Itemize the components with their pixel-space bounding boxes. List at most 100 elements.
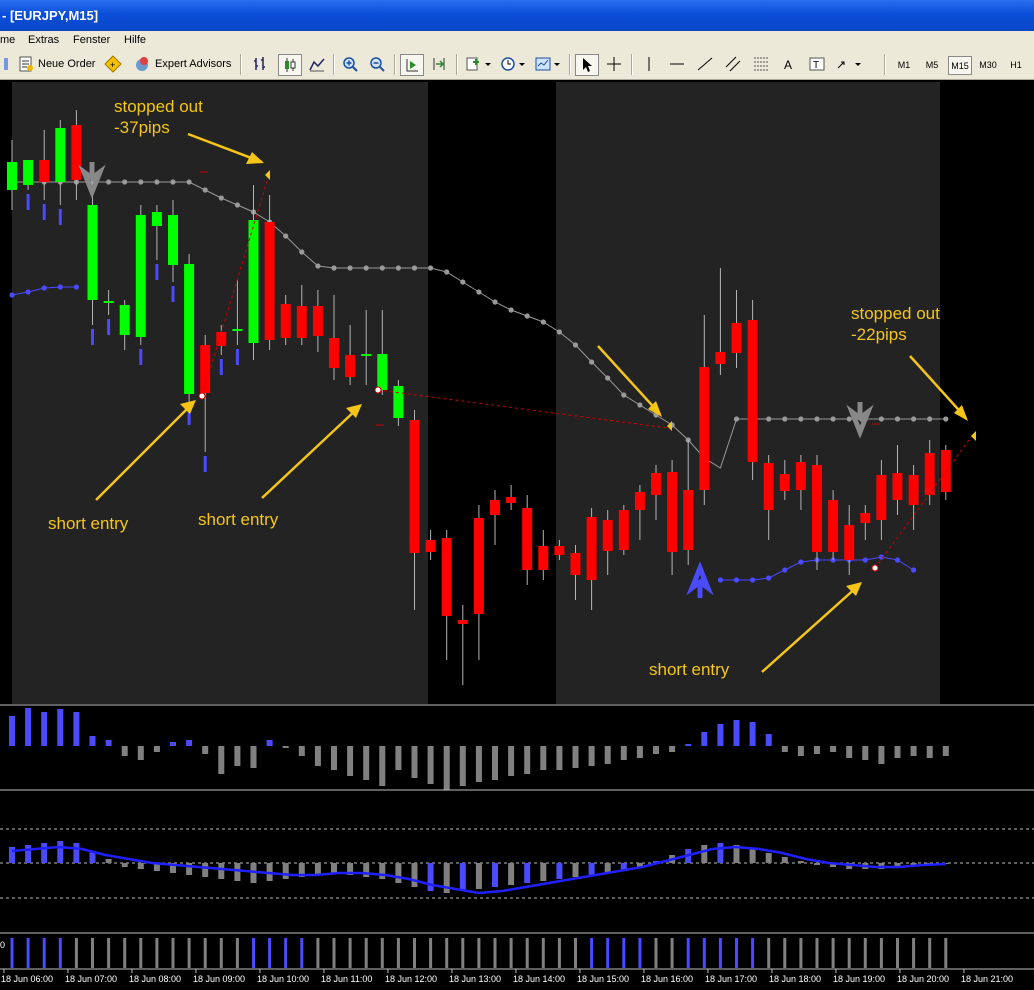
time-label: 18 Jun 07:00 xyxy=(65,974,117,984)
histogram-bar xyxy=(926,746,933,758)
histogram-bar xyxy=(314,746,321,766)
zoom-out-icon[interactable] xyxy=(366,54,388,74)
sub3-bar xyxy=(477,938,481,968)
lower-line-dot xyxy=(766,575,772,581)
histogram-bar xyxy=(266,740,273,746)
sub3-bar xyxy=(91,938,94,968)
lower-line-dot xyxy=(733,577,740,583)
auto-scroll-icon[interactable] xyxy=(400,54,424,76)
histogram-bar xyxy=(765,853,772,863)
fibonacci-icon[interactable] xyxy=(750,54,772,74)
candle-body xyxy=(538,546,549,570)
trendline-icon[interactable] xyxy=(694,54,716,74)
indicators-icon[interactable] xyxy=(463,54,493,74)
time-label: 18 Jun 15:00 xyxy=(577,974,629,984)
upper-line-dot xyxy=(347,265,353,271)
histogram-bar xyxy=(540,863,547,881)
histogram-bar xyxy=(314,863,321,875)
timeframe-m5[interactable]: M5 xyxy=(921,56,943,73)
histogram-bar xyxy=(186,740,193,746)
lower-line-dot xyxy=(25,289,31,295)
menu-item-extras[interactable]: Extras xyxy=(28,34,59,46)
menu-item-file[interactable]: me xyxy=(0,34,15,46)
sub3-bar xyxy=(799,938,803,968)
histogram-bar xyxy=(73,843,80,863)
upper-line-dot xyxy=(894,416,901,422)
candle-body xyxy=(490,500,500,515)
chart-shift-icon[interactable] xyxy=(428,54,450,74)
periods-clock-icon[interactable] xyxy=(498,54,528,74)
text-label-icon[interactable]: T xyxy=(806,54,828,74)
timeframe-m15[interactable]: M15 xyxy=(948,56,972,75)
lower-line-dot xyxy=(911,567,917,573)
new-order-button[interactable]: Neue Order xyxy=(38,58,95,70)
histogram-bar xyxy=(781,746,788,752)
histogram-bar xyxy=(701,845,708,863)
sub3-bar xyxy=(139,938,143,968)
histogram-bar xyxy=(137,863,144,869)
timeframe-h1[interactable]: H1 xyxy=(1005,56,1027,73)
upper-line-dot xyxy=(379,265,385,271)
histogram-bar xyxy=(41,712,48,746)
upper-line-dot xyxy=(202,187,208,193)
cursor-arrow-icon[interactable] xyxy=(575,54,599,76)
line-chart-icon[interactable] xyxy=(306,54,328,74)
sub3-bar xyxy=(252,938,255,968)
entry-marker xyxy=(198,392,206,400)
crosshair-icon[interactable] xyxy=(603,54,625,74)
sub3-bar xyxy=(541,938,545,968)
sub3-bar xyxy=(912,938,916,968)
sub3-bar xyxy=(735,938,738,968)
vertical-line-icon[interactable] xyxy=(638,54,660,74)
candle-body xyxy=(634,492,645,510)
candle-body xyxy=(795,462,806,490)
templates-icon[interactable] xyxy=(533,54,563,74)
histogram-bar xyxy=(218,863,225,879)
time-label: 18 Jun 17:00 xyxy=(705,974,757,984)
sub3-bar xyxy=(332,938,336,968)
sub3-bar xyxy=(879,938,883,968)
timeframe-m1[interactable]: M1 xyxy=(893,56,915,73)
stopped-out-label: stopped out xyxy=(114,97,203,116)
candle-body xyxy=(135,215,146,337)
upper-line-dot xyxy=(299,249,305,255)
upper-line-dot xyxy=(331,265,337,271)
sub3-bar xyxy=(348,938,352,968)
upper-line-dot xyxy=(508,307,514,313)
candlestick-chart-icon[interactable] xyxy=(278,54,302,76)
sub3-bar xyxy=(525,938,529,968)
upper-line-dot xyxy=(830,416,836,422)
histogram-bar xyxy=(459,746,466,786)
candle-body xyxy=(184,264,195,394)
expert-advisors-button[interactable]: Expert Advisors xyxy=(155,58,231,70)
horizontal-line-icon[interactable] xyxy=(666,54,688,74)
histogram-bar xyxy=(331,746,337,770)
candle-body xyxy=(828,500,839,552)
bar-chart-icon[interactable] xyxy=(250,54,272,74)
menu-item-hilfe[interactable]: Hilfe xyxy=(124,34,146,46)
timeframe-m30[interactable]: M30 xyxy=(977,56,999,73)
metaeditor-icon[interactable]: + xyxy=(102,54,124,74)
chart-area[interactable]: stopped out -37pips stopped out -22pips … xyxy=(0,80,1034,990)
histogram-bar xyxy=(572,746,579,768)
histogram-bar xyxy=(73,712,80,746)
sub3-bar xyxy=(670,938,674,968)
arrows-icon[interactable] xyxy=(834,54,864,74)
equidistant-channel-icon[interactable] xyxy=(722,54,744,74)
panel-3-level-label: 0 xyxy=(0,940,5,950)
candle-body xyxy=(232,329,243,331)
text-icon[interactable]: A xyxy=(778,54,800,74)
histogram-bar xyxy=(733,720,740,746)
upper-line-dot xyxy=(943,416,949,422)
pips-loss-label: -37pips xyxy=(114,118,170,137)
sub3-bar xyxy=(622,938,626,968)
menu-item-fenster[interactable]: Fenster xyxy=(73,34,110,46)
toolbar-separator xyxy=(631,54,633,75)
candle-body xyxy=(312,306,323,336)
upper-line-dot xyxy=(621,392,627,398)
histogram-bar xyxy=(653,746,659,754)
candle-body xyxy=(506,497,517,503)
zoom-in-icon[interactable] xyxy=(339,54,361,74)
sub3-bar xyxy=(493,938,497,968)
sub3-bar xyxy=(686,938,690,968)
